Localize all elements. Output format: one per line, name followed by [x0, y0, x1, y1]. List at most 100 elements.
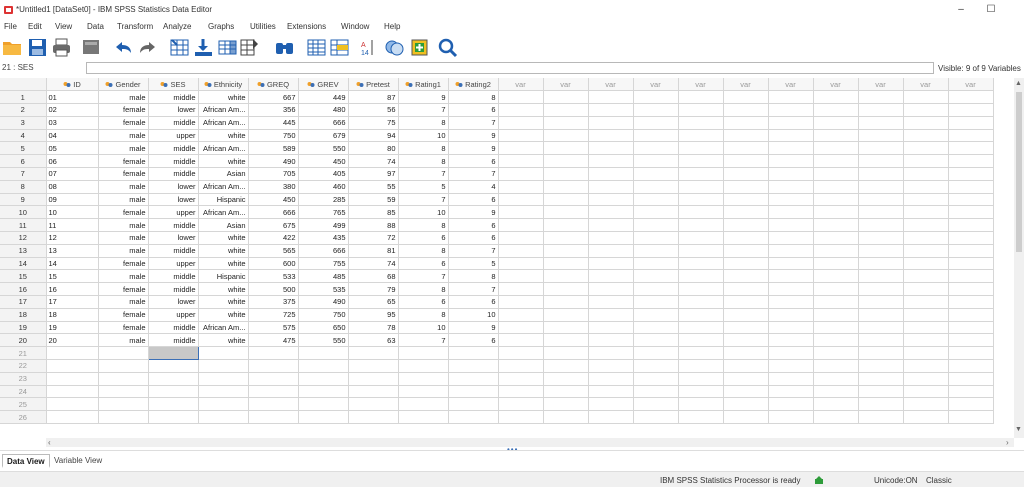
empty-cell[interactable]	[98, 359, 149, 373]
menu-view[interactable]: View	[55, 22, 72, 31]
empty-cell[interactable]	[633, 154, 679, 169]
cell-ses[interactable]: middle	[148, 154, 199, 169]
empty-cell[interactable]	[678, 231, 724, 245]
cell-rating1[interactable]: 8	[398, 282, 449, 297]
empty-cell[interactable]	[398, 410, 449, 425]
cell-rating1[interactable]: 8	[398, 218, 449, 233]
cell-grev[interactable]: 550	[298, 141, 349, 156]
empty-cell[interactable]	[498, 180, 544, 194]
empty-cell[interactable]	[948, 397, 994, 412]
empty-cell[interactable]	[813, 193, 859, 207]
empty-cell[interactable]	[768, 385, 814, 399]
empty-cell[interactable]	[633, 269, 679, 284]
cell-rating1[interactable]: 8	[398, 116, 449, 130]
empty-cell[interactable]	[398, 372, 449, 386]
empty-cell[interactable]	[723, 90, 769, 105]
empty-cell[interactable]	[813, 295, 859, 309]
cell-id[interactable]: 20	[46, 333, 99, 348]
cell-grev[interactable]: 650	[298, 321, 349, 335]
empty-cell[interactable]	[348, 410, 399, 425]
cell-pretest[interactable]: 59	[348, 193, 399, 207]
empty-cell[interactable]	[813, 282, 859, 297]
scroll-down-icon[interactable]: ▼	[1015, 426, 1022, 433]
cell-rating1[interactable]: 10	[398, 129, 449, 143]
row-number[interactable]: 15	[0, 269, 47, 284]
empty-cell[interactable]	[588, 244, 634, 258]
empty-cell[interactable]	[723, 103, 769, 117]
empty-cell[interactable]	[723, 141, 769, 156]
empty-cell[interactable]	[633, 385, 679, 399]
cell-grev[interactable]: 765	[298, 205, 349, 220]
empty-cell[interactable]	[948, 295, 994, 309]
cell-ethnicity[interactable]: African Am...	[198, 180, 249, 194]
empty-cell[interactable]	[903, 116, 949, 130]
cell-rating2[interactable]: 6	[448, 218, 499, 233]
empty-cell[interactable]	[498, 385, 544, 399]
cell-ethnicity[interactable]: white	[198, 333, 249, 348]
cell-pretest[interactable]: 80	[348, 141, 399, 156]
empty-cell[interactable]	[46, 346, 99, 361]
cell-pretest[interactable]: 68	[348, 269, 399, 284]
empty-cell[interactable]	[858, 282, 904, 297]
row-number[interactable]: 17	[0, 295, 47, 309]
cell-rating2[interactable]: 9	[448, 205, 499, 220]
cell-gender[interactable]: female	[98, 116, 149, 130]
empty-cell[interactable]	[198, 372, 249, 386]
empty-cell[interactable]	[723, 116, 769, 130]
empty-cell[interactable]	[543, 167, 589, 181]
row-number[interactable]: 7	[0, 167, 47, 181]
cell-grev[interactable]: 550	[298, 333, 349, 348]
empty-cell[interactable]	[348, 359, 399, 373]
row-number[interactable]: 6	[0, 154, 47, 169]
empty-cell[interactable]	[813, 257, 859, 271]
empty-variable-header[interactable]: var	[948, 78, 994, 92]
empty-cell[interactable]	[543, 205, 589, 220]
empty-cell[interactable]	[903, 321, 949, 335]
scroll-left-icon[interactable]: ‹	[48, 438, 51, 447]
empty-cell[interactable]	[723, 193, 769, 207]
empty-cell[interactable]	[148, 385, 199, 399]
cell-greq[interactable]: 422	[248, 231, 299, 245]
empty-cell[interactable]	[858, 359, 904, 373]
empty-cell[interactable]	[948, 193, 994, 207]
empty-cell[interactable]	[768, 205, 814, 220]
empty-cell[interactable]	[858, 269, 904, 284]
cell-greq[interactable]: 445	[248, 116, 299, 130]
empty-cell[interactable]	[543, 180, 589, 194]
cell-gender[interactable]: female	[98, 167, 149, 181]
tab-data-view[interactable]: Data View	[2, 454, 50, 468]
empty-cell[interactable]	[768, 295, 814, 309]
empty-cell[interactable]	[768, 244, 814, 258]
empty-cell[interactable]	[678, 141, 724, 156]
empty-cell[interactable]	[768, 321, 814, 335]
cell-ethnicity[interactable]: white	[198, 257, 249, 271]
empty-cell[interactable]	[723, 269, 769, 284]
empty-cell[interactable]	[46, 397, 99, 412]
empty-cell[interactable]	[768, 282, 814, 297]
cell-rating1[interactable]: 6	[398, 231, 449, 245]
empty-variable-header[interactable]: var	[498, 78, 544, 92]
empty-cell[interactable]	[588, 90, 634, 105]
cell-greq[interactable]: 475	[248, 333, 299, 348]
empty-cell[interactable]	[198, 359, 249, 373]
empty-cell[interactable]	[248, 372, 299, 386]
column-header-ses[interactable]: SES	[148, 78, 199, 92]
empty-cell[interactable]	[768, 167, 814, 181]
empty-cell[interactable]	[678, 333, 724, 348]
empty-cell[interactable]	[858, 90, 904, 105]
empty-cell[interactable]	[633, 167, 679, 181]
empty-cell[interactable]	[498, 231, 544, 245]
empty-cell[interactable]	[633, 321, 679, 335]
empty-cell[interactable]	[633, 129, 679, 143]
empty-cell[interactable]	[198, 385, 249, 399]
empty-cell[interactable]	[813, 141, 859, 156]
go-to-case-icon[interactable]	[169, 37, 190, 58]
column-header-pretest[interactable]: Pretest	[348, 78, 399, 92]
cell-ethnicity[interactable]: African Am...	[198, 103, 249, 117]
empty-cell[interactable]	[813, 397, 859, 412]
empty-cell[interactable]	[813, 385, 859, 399]
empty-cell[interactable]	[813, 244, 859, 258]
empty-cell[interactable]	[768, 346, 814, 361]
empty-cell[interactable]	[948, 116, 994, 130]
cell-ses[interactable]: lower	[148, 180, 199, 194]
